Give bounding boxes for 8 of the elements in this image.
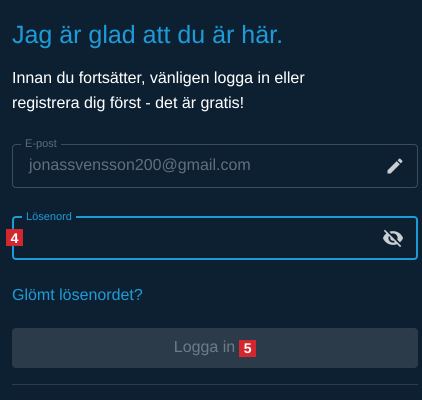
page-heading: Jag är glad att du är här. [12,20,284,50]
intro-text: Innan du fortsätter, vänligen logga in eller registrera dig först - det är gratis! [12,69,306,114]
step-marker: 4 [6,229,23,246]
field-value: jonassvensson200@gmail.com [29,156,252,176]
forgot-password-link[interactable]: Glömt lösenordet? [12,284,143,308]
eye-off-icon[interactable] [382,227,404,249]
step-marker: 5 [239,340,256,356]
field-label: E-post [21,136,61,152]
